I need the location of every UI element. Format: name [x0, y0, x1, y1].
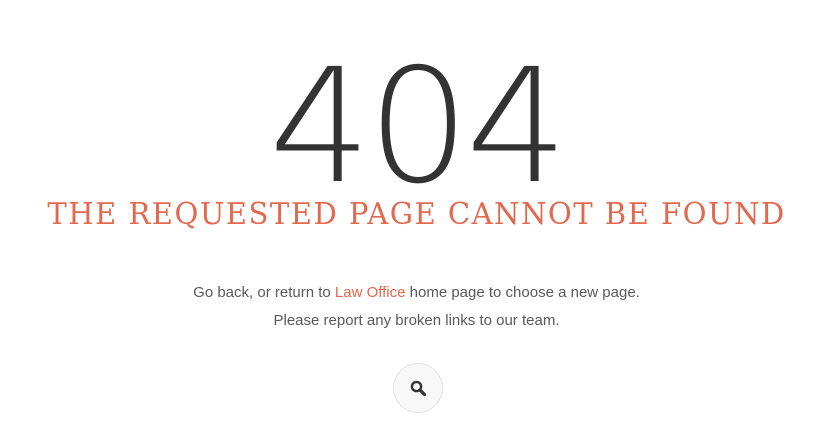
error-message-line-2: Please report any broken links to our te… [273, 312, 560, 329]
search-button[interactable] [393, 363, 443, 413]
error-page: 404 THE REQUESTED PAGE CANNOT BE FOUND G… [0, 0, 833, 444]
error-message-line-1: Go back, or return to Law Office home pa… [0, 283, 833, 303]
search-icon [409, 379, 427, 397]
message-text-before-link: Go back, or return to [193, 284, 335, 301]
home-page-link[interactable]: Law Office [335, 284, 406, 301]
error-title: THE REQUESTED PAGE CANNOT BE FOUND [47, 197, 786, 232]
message-text-after-link: home page to choose a new page. [405, 284, 640, 301]
error-code: 404 [268, 35, 568, 219]
